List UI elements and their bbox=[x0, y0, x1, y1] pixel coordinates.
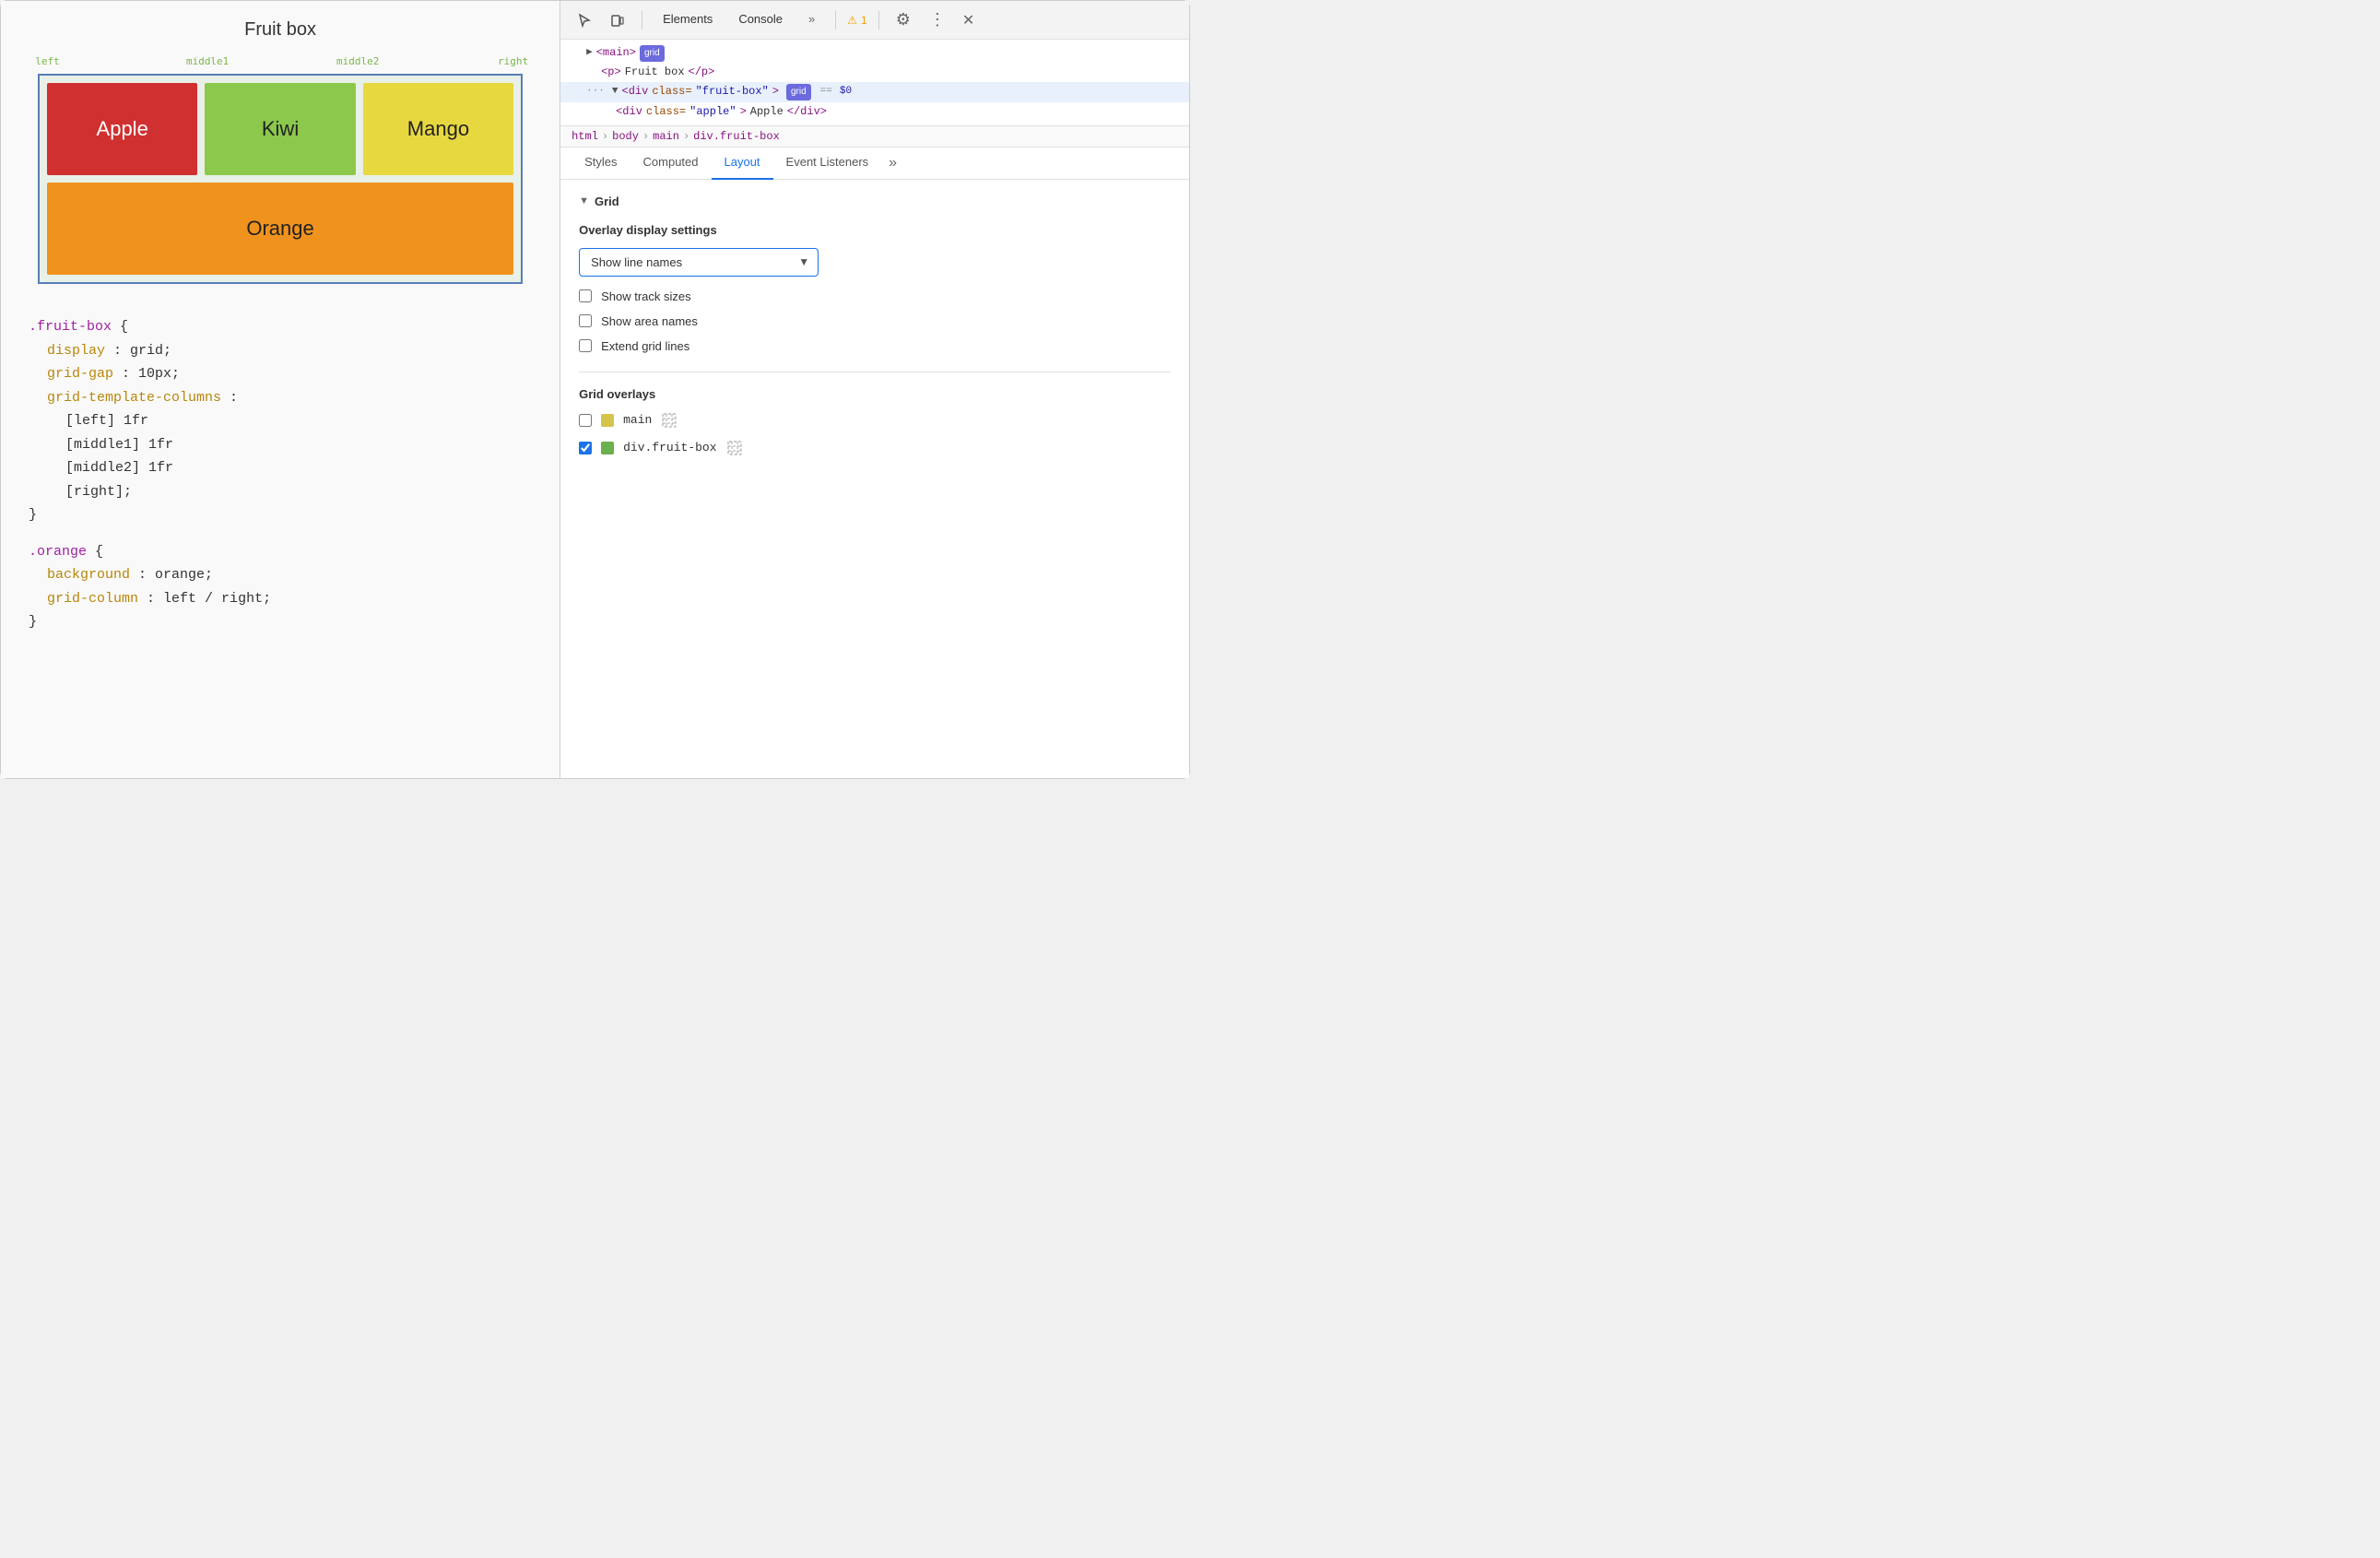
devtools-panel: Elements Console » ⚠ 1 ⚙ ⋮ ✕ ▶ <main> gr… bbox=[560, 1, 1189, 778]
overlay-main-label: main bbox=[623, 413, 652, 427]
bc-main[interactable]: main bbox=[653, 130, 679, 143]
checkbox-extend-grid-input[interactable] bbox=[579, 339, 592, 352]
label-right: right bbox=[498, 55, 528, 67]
grid-section-header[interactable]: ▼ Grid bbox=[579, 195, 1171, 208]
code-line-11: background : orange; bbox=[47, 563, 532, 587]
html-tree: ▶ <main> grid <p> Fruit box </p> ··· ▼ <… bbox=[560, 40, 1189, 126]
tab-event-listeners[interactable]: Event Listeners bbox=[773, 148, 882, 180]
checkbox-area-names-label: Show area names bbox=[601, 314, 698, 328]
mango-cell: Mango bbox=[363, 83, 513, 175]
more-options-icon[interactable]: ⋮ bbox=[924, 8, 951, 31]
overlay-fruit-box-checkbox[interactable] bbox=[579, 442, 592, 454]
tab-layout[interactable]: Layout bbox=[712, 148, 773, 180]
tab-console[interactable]: Console bbox=[729, 8, 792, 31]
section-arrow-icon: ▼ bbox=[579, 195, 589, 207]
grid-visual-wrapper: left middle1 middle2 right Apple Kiwi Ma… bbox=[29, 55, 532, 284]
kiwi-cell: Kiwi bbox=[205, 83, 355, 175]
overlay-fruit-box-grid-icon[interactable] bbox=[726, 440, 743, 456]
separator-3 bbox=[878, 11, 879, 30]
label-left: left bbox=[35, 55, 60, 67]
tree-row-fruit-box[interactable]: ··· ▼ <div class= "fruit-box" > grid == … bbox=[560, 82, 1189, 101]
tab-elements[interactable]: Elements bbox=[654, 8, 722, 31]
tab-styles[interactable]: Styles bbox=[571, 148, 630, 180]
code-line-3: grid-gap : 10px; bbox=[47, 362, 532, 386]
tree-row-apple[interactable]: <div class= "apple" > Apple </div> bbox=[560, 102, 1189, 122]
settings-icon[interactable]: ⚙ bbox=[890, 8, 916, 31]
code-line-1: .fruit-box { bbox=[29, 315, 532, 339]
checkbox-track-sizes-label: Show track sizes bbox=[601, 289, 691, 303]
overlay-main-grid-icon[interactable] bbox=[661, 412, 677, 429]
checkbox-track-sizes-input[interactable] bbox=[579, 289, 592, 302]
code-line-8: [right]; bbox=[65, 480, 532, 504]
device-toolbar-icon[interactable] bbox=[605, 7, 630, 33]
code-line-12: grid-column : left / right; bbox=[47, 587, 532, 611]
overlay-settings-title: Overlay display settings bbox=[579, 223, 1171, 237]
code-line-4: grid-template-columns : bbox=[47, 386, 532, 410]
code-line-2: display : grid; bbox=[47, 339, 532, 363]
tree-row-p[interactable]: <p> Fruit box </p> bbox=[560, 63, 1189, 82]
overlay-fruit-box-label: div.fruit-box bbox=[623, 441, 716, 454]
code-line-7: [middle2] 1fr bbox=[65, 456, 532, 480]
tab-more-icon[interactable]: » bbox=[881, 148, 904, 179]
code-line-9: } bbox=[29, 503, 532, 527]
orange-cell: Orange bbox=[47, 183, 513, 275]
tab-more[interactable]: » bbox=[799, 8, 824, 31]
checkbox-area-names: Show area names bbox=[579, 314, 1171, 328]
overlay-row-fruit-box: div.fruit-box bbox=[579, 440, 1171, 456]
checkbox-extend-grid: Extend grid lines bbox=[579, 339, 1171, 353]
apple-cell: Apple bbox=[47, 83, 197, 175]
bc-html[interactable]: html bbox=[571, 130, 598, 143]
grid-overlays-section: Grid overlays main d bbox=[579, 387, 1171, 456]
code-line-13: } bbox=[29, 610, 532, 634]
close-icon[interactable]: ✕ bbox=[962, 11, 974, 30]
page-title: Fruit box bbox=[29, 19, 532, 41]
grid-section-title: Grid bbox=[595, 195, 619, 208]
devtools-header: Elements Console » ⚠ 1 ⚙ ⋮ ✕ bbox=[560, 1, 1189, 40]
warning-badge[interactable]: ⚠ 1 bbox=[847, 14, 866, 27]
fruit-grid: Apple Kiwi Mango Orange bbox=[38, 74, 523, 284]
bc-body[interactable]: body bbox=[612, 130, 639, 143]
left-panel: Fruit box left middle1 middle2 right App… bbox=[1, 1, 560, 778]
tree-row-main[interactable]: ▶ <main> grid bbox=[560, 43, 1189, 63]
grid-overlays-title: Grid overlays bbox=[579, 387, 1171, 401]
checkbox-track-sizes: Show track sizes bbox=[579, 289, 1171, 303]
code-line-5: [left] 1fr bbox=[65, 409, 532, 433]
layout-content: ▼ Grid Overlay display settings Show lin… bbox=[560, 180, 1189, 778]
bc-current[interactable]: div.fruit-box bbox=[693, 130, 780, 143]
grid-line-labels: left middle1 middle2 right bbox=[38, 55, 523, 74]
overlay-main-checkbox[interactable] bbox=[579, 414, 592, 427]
label-middle1: middle1 bbox=[186, 55, 229, 67]
checkbox-area-names-input[interactable] bbox=[579, 314, 592, 327]
overlay-main-color bbox=[601, 414, 614, 427]
code-line-10: .orange { bbox=[29, 540, 532, 564]
code-blank bbox=[29, 527, 532, 540]
code-block: .fruit-box { display : grid; grid-gap : … bbox=[29, 306, 532, 643]
label-middle2: middle2 bbox=[336, 55, 379, 67]
overlay-display-settings: Overlay display settings Show line names… bbox=[579, 223, 1171, 353]
code-line-6: [middle1] 1fr bbox=[65, 433, 532, 457]
tab-computed[interactable]: Computed bbox=[630, 148, 712, 180]
line-names-dropdown[interactable]: Show line names Show line numbers Hide l… bbox=[579, 248, 819, 277]
separator-2 bbox=[835, 11, 836, 30]
inspector-icon[interactable] bbox=[571, 7, 597, 33]
overlay-row-main: main bbox=[579, 412, 1171, 429]
panel-tabs: Styles Computed Layout Event Listeners » bbox=[560, 148, 1189, 180]
checkbox-extend-grid-label: Extend grid lines bbox=[601, 339, 689, 353]
breadcrumb: html › body › main › div.fruit-box bbox=[560, 126, 1189, 148]
dropdown-wrapper: Show line names Show line numbers Hide l… bbox=[579, 248, 819, 277]
overlay-fruit-box-color bbox=[601, 442, 614, 454]
